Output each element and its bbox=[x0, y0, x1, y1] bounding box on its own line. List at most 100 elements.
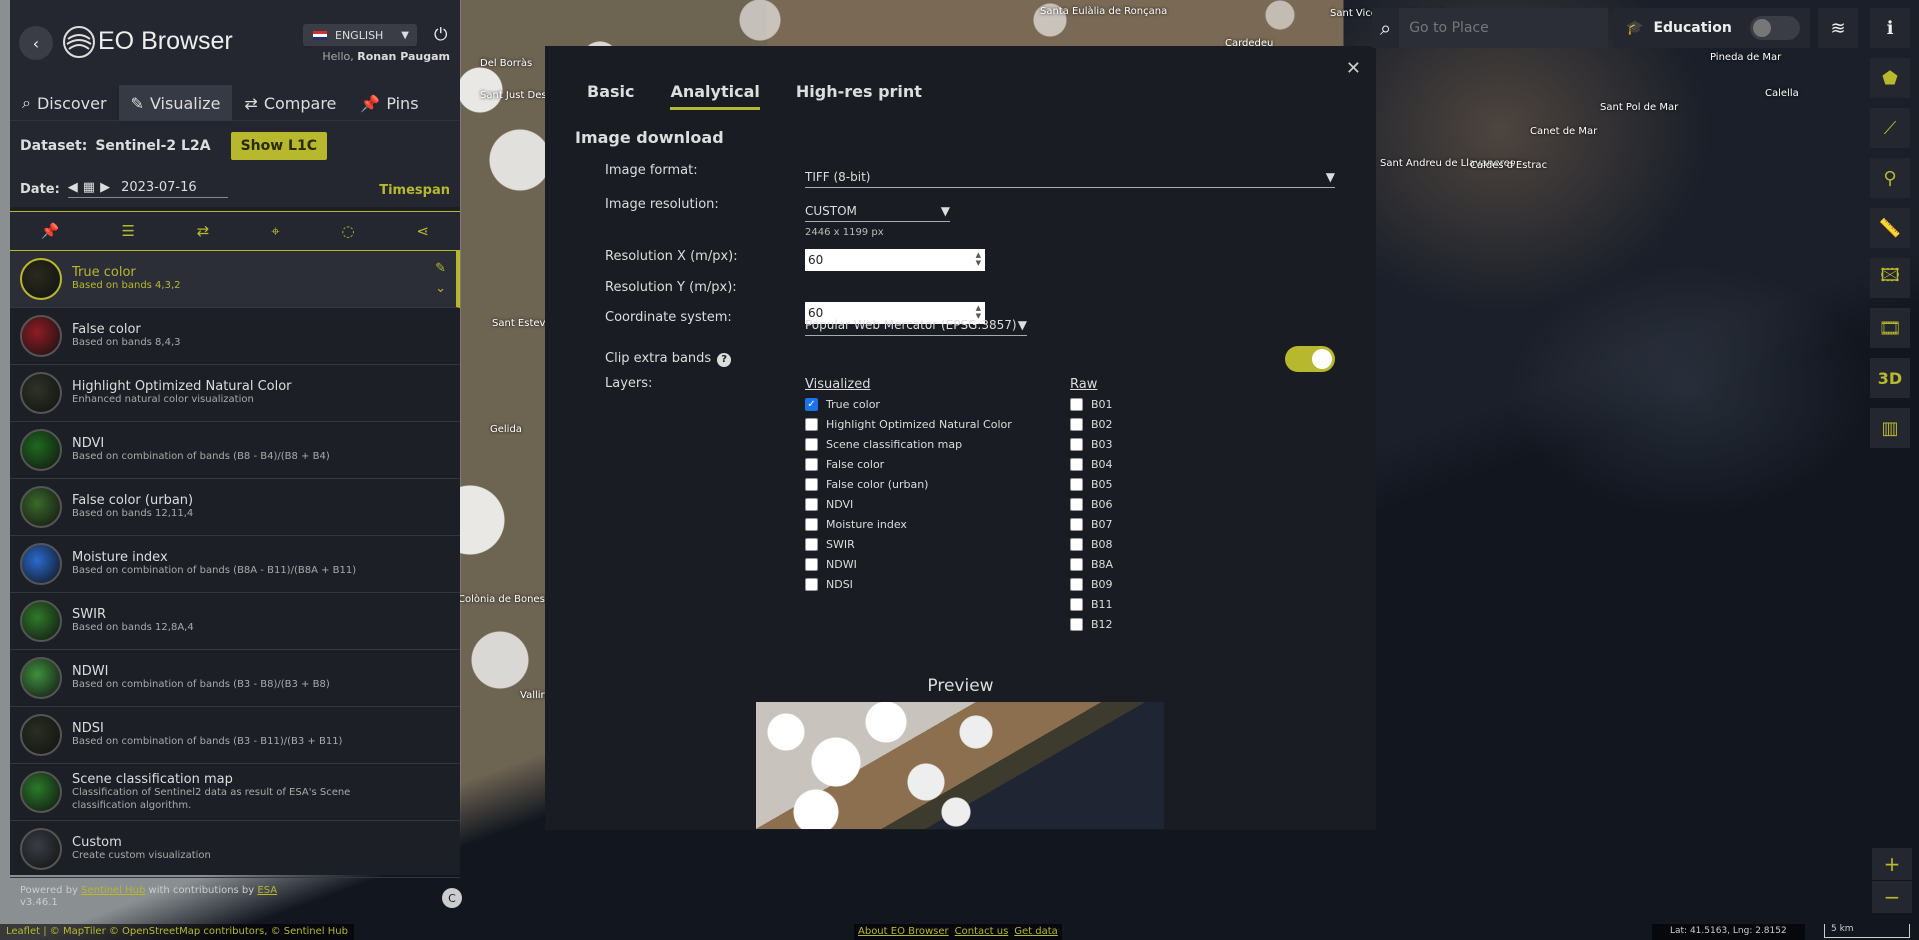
layer-item[interactable]: SWIR Based on bands 12,8A,4 bbox=[10, 593, 460, 650]
checkbox[interactable] bbox=[805, 558, 818, 571]
raw-band-checkbox[interactable]: B08 bbox=[1070, 538, 1113, 551]
zoom-out-button[interactable]: − bbox=[1872, 881, 1912, 913]
raw-band-checkbox[interactable]: B07 bbox=[1070, 518, 1113, 531]
tab-visualize[interactable]: ✎ Visualize bbox=[118, 85, 233, 121]
calendar-icon[interactable]: ▦ bbox=[83, 180, 95, 195]
sentinel-hub-link[interactable]: Sentinel Hub bbox=[81, 885, 145, 896]
info-icon[interactable]: ℹ bbox=[1870, 8, 1910, 48]
tab-discover[interactable]: ⌕ Discover bbox=[10, 85, 119, 121]
line-icon[interactable]: ⟋ bbox=[1870, 108, 1910, 148]
checkbox[interactable] bbox=[1070, 498, 1083, 511]
checkbox[interactable] bbox=[1070, 438, 1083, 451]
checkbox[interactable] bbox=[1070, 458, 1083, 471]
checkbox[interactable] bbox=[805, 578, 818, 591]
checkbox[interactable] bbox=[1070, 578, 1083, 591]
pin-icon[interactable]: 📌 bbox=[41, 222, 60, 240]
checkbox[interactable] bbox=[1070, 398, 1083, 411]
checkbox[interactable] bbox=[805, 498, 818, 511]
raw-band-checkbox[interactable]: B09 bbox=[1070, 578, 1113, 591]
tab-analytical[interactable]: Analytical bbox=[670, 82, 760, 110]
checkbox[interactable]: ✓ bbox=[805, 398, 818, 411]
cookie-icon[interactable]: C bbox=[442, 888, 462, 908]
visualized-layer-checkbox[interactable]: NDWI bbox=[805, 558, 857, 571]
get-data-link[interactable]: Get data bbox=[1014, 926, 1058, 938]
visualized-layer-checkbox[interactable]: Highlight Optimized Natural Color bbox=[805, 418, 1012, 431]
image-download-icon[interactable]: 🖾 bbox=[1870, 258, 1910, 298]
layer-item[interactable]: NDWI Based on combination of bands (B3 - … bbox=[10, 650, 460, 707]
share-icon[interactable]: ⋖ bbox=[416, 222, 429, 240]
hide-icon[interactable]: ◌ bbox=[342, 222, 355, 240]
effects-icon[interactable]: ☰ bbox=[121, 222, 134, 240]
contact-link[interactable]: Contact us bbox=[955, 926, 1009, 938]
search-input[interactable]: Go to Place bbox=[1399, 8, 1608, 48]
visualized-layer-checkbox[interactable]: ✓ True color bbox=[805, 398, 880, 411]
checkbox[interactable] bbox=[1070, 598, 1083, 611]
checkbox[interactable] bbox=[1070, 538, 1083, 551]
layer-item[interactable]: NDSI Based on combination of bands (B3 - … bbox=[10, 707, 460, 764]
layer-item[interactable]: Moisture index Based on combination of ba… bbox=[10, 536, 460, 593]
tab-pins[interactable]: 📌 Pins bbox=[348, 85, 430, 121]
logout-icon[interactable]: ⏻ bbox=[434, 25, 447, 45]
checkbox[interactable] bbox=[805, 458, 818, 471]
checkbox[interactable] bbox=[1070, 518, 1083, 531]
layer-item[interactable]: True color Based on bands 4,3,2 ✎ ⌄ bbox=[10, 251, 460, 308]
checkbox[interactable] bbox=[1070, 478, 1083, 491]
layer-item[interactable]: False color (urban) Based on bands 12,11,… bbox=[10, 479, 460, 536]
next-date-icon[interactable]: ▶ bbox=[100, 180, 110, 195]
language-select[interactable]: ENGLISH ▼ bbox=[303, 24, 417, 46]
marker-icon[interactable]: ⚲ bbox=[1870, 158, 1910, 198]
layers-icon[interactable]: ≋ bbox=[1818, 8, 1858, 48]
visualized-layer-checkbox[interactable]: False color (urban) bbox=[805, 478, 928, 491]
education-toggle[interactable] bbox=[1749, 16, 1800, 40]
clip-bands-toggle[interactable] bbox=[1285, 346, 1335, 372]
compare-icon[interactable]: ⇄ bbox=[197, 222, 210, 240]
image-format-select[interactable]: TIFF (8-bit) ▼ bbox=[805, 170, 1335, 188]
ruler-icon[interactable]: 📏 bbox=[1870, 208, 1910, 248]
raw-band-checkbox[interactable]: B03 bbox=[1070, 438, 1113, 451]
zoom-in-button[interactable]: + bbox=[1872, 848, 1912, 880]
layer-item[interactable]: False color Based on bands 8,4,3 bbox=[10, 308, 460, 365]
show-l1c-button[interactable]: Show L1C bbox=[230, 132, 327, 160]
timelapse-icon[interactable]: 🎞 bbox=[1870, 308, 1910, 348]
visualized-layer-checkbox[interactable]: Moisture index bbox=[805, 518, 907, 531]
visualized-layer-checkbox[interactable]: False color bbox=[805, 458, 884, 471]
spinner-icon[interactable]: ▲ ▼ bbox=[976, 251, 981, 267]
tab-basic[interactable]: Basic bbox=[587, 82, 634, 110]
raw-band-checkbox[interactable]: B8A bbox=[1070, 558, 1113, 571]
checkbox[interactable] bbox=[1070, 418, 1083, 431]
expand-icon[interactable]: ⌄ bbox=[435, 281, 446, 296]
raw-band-checkbox[interactable]: B06 bbox=[1070, 498, 1113, 511]
crosshair-icon[interactable]: ⌖ bbox=[271, 222, 279, 240]
checkbox[interactable] bbox=[1070, 558, 1083, 571]
crs-select[interactable]: Popular Web Mercator (EPSG:3857) ▼ bbox=[805, 318, 1027, 336]
edit-icon[interactable]: ✎ bbox=[435, 261, 446, 276]
layer-item[interactable]: Highlight Optimized Natural Color Enhance… bbox=[10, 365, 460, 422]
raw-band-checkbox[interactable]: B02 bbox=[1070, 418, 1113, 431]
layer-item[interactable]: Custom Create custom visualization bbox=[10, 821, 460, 878]
polygon-icon[interactable]: ⬟ bbox=[1870, 58, 1910, 98]
raw-band-checkbox[interactable]: B04 bbox=[1070, 458, 1113, 471]
checkbox[interactable] bbox=[805, 418, 818, 431]
tab-compare[interactable]: ⇄ Compare bbox=[232, 85, 348, 121]
prev-date-icon[interactable]: ◀ bbox=[68, 180, 78, 195]
help-icon[interactable]: ? bbox=[717, 353, 732, 367]
close-icon[interactable]: ✕ bbox=[1346, 58, 1361, 79]
raw-band-checkbox[interactable]: B01 bbox=[1070, 398, 1113, 411]
visualized-layer-checkbox[interactable]: SWIR bbox=[805, 538, 855, 551]
layer-item[interactable]: NDVI Based on combination of bands (B8 - … bbox=[10, 422, 460, 479]
visualized-layer-checkbox[interactable]: NDSI bbox=[805, 578, 853, 591]
esa-link[interactable]: ESA bbox=[257, 885, 277, 896]
3d-icon[interactable]: 3D bbox=[1870, 358, 1910, 398]
checkbox[interactable] bbox=[805, 518, 818, 531]
image-resolution-select[interactable]: CUSTOM ▼ bbox=[805, 204, 950, 222]
visualized-layer-checkbox[interactable]: NDVI bbox=[805, 498, 853, 511]
about-link[interactable]: About EO Browser bbox=[858, 926, 949, 938]
raw-band-checkbox[interactable]: B05 bbox=[1070, 478, 1113, 491]
tab-high-res-print[interactable]: High-res print bbox=[796, 82, 922, 110]
raw-band-checkbox[interactable]: B11 bbox=[1070, 598, 1113, 611]
checkbox[interactable] bbox=[805, 438, 818, 451]
collapse-sidebar-button[interactable]: ‹ bbox=[19, 26, 53, 60]
search-icon[interactable]: ⌕ bbox=[1380, 16, 1391, 40]
timespan-toggle[interactable]: Timespan bbox=[379, 183, 450, 198]
date-picker[interactable]: ◀ ▦ ▶ 2023-07-16 bbox=[67, 180, 228, 198]
